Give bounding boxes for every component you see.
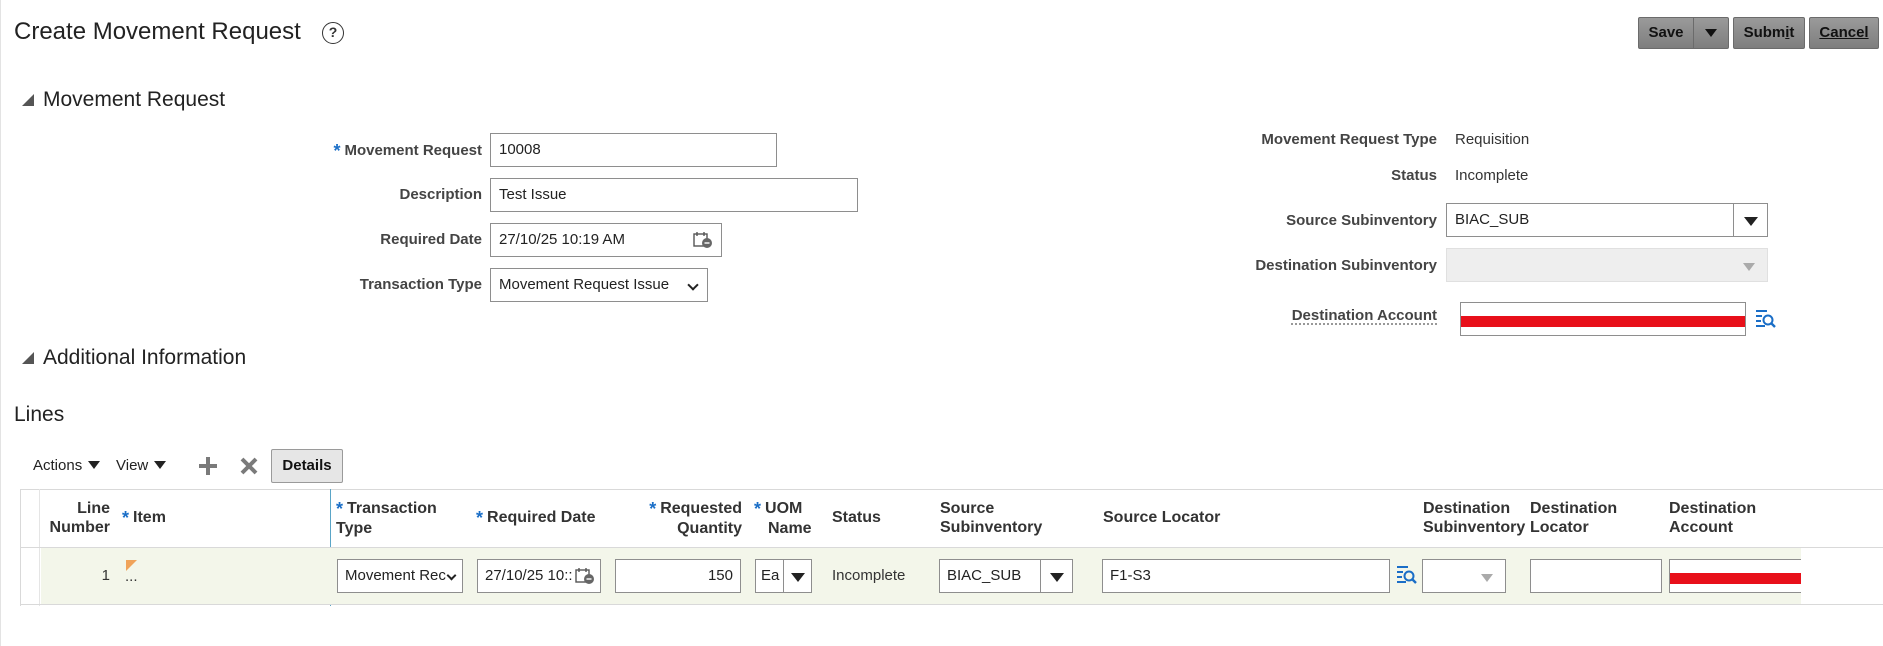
cell-line-number: 1 <box>101 567 110 584</box>
header-required-date[interactable]: * Required Date <box>476 508 595 528</box>
source-subinventory-dropdown[interactable] <box>1040 560 1072 592</box>
cell-transaction-type-select[interactable]: Movement Rec <box>337 559 463 593</box>
cell-destination-locator-input <box>1530 559 1662 593</box>
cell-uom-combobox[interactable]: Ea <box>755 559 812 593</box>
header-source-subinventory[interactable]: Source Subinventory <box>940 499 1042 537</box>
required-indicator: * <box>336 499 344 519</box>
required-indicator: * <box>122 508 130 528</box>
header-destination-locator[interactable]: Destination Locator <box>1530 499 1617 537</box>
required-date-value: 27/10/25 10:: <box>485 567 573 584</box>
header-destination-subinventory[interactable]: Destination Subinventory <box>1423 499 1525 537</box>
redaction-mark <box>1670 573 1801 584</box>
delete-icon[interactable] <box>239 456 259 476</box>
source-subinventory-dropdown[interactable] <box>1733 204 1767 236</box>
header-transaction-type[interactable]: * Transaction Type <box>336 499 437 538</box>
search-lookup-icon[interactable] <box>1395 564 1417 586</box>
transaction-type-select[interactable]: Movement Request Issue <box>490 268 708 302</box>
required-indicator: * <box>754 499 762 519</box>
details-button[interactable]: Details <box>271 449 343 483</box>
chevron-down-icon <box>687 279 699 291</box>
cell-source-subinventory-combobox[interactable]: BIAC_SUB <box>939 559 1073 593</box>
required-indicator: * <box>476 508 484 528</box>
submit-button[interactable]: Submit <box>1733 17 1805 49</box>
header-status[interactable]: Status <box>832 508 881 527</box>
row-bottom-border <box>20 604 1883 605</box>
help-icon[interactable]: ? <box>322 22 344 44</box>
save-menu-button[interactable] <box>1693 17 1729 49</box>
uom-dropdown[interactable] <box>783 560 811 592</box>
dropdown-arrow-icon <box>1050 573 1064 582</box>
dropdown-arrow-icon <box>1743 263 1755 271</box>
transaction-type-value: Movement Request Issue <box>499 276 670 293</box>
source-subinventory-combobox[interactable]: BIAC_SUB <box>1446 203 1768 237</box>
header-destination-account[interactable]: Destination Account <box>1669 499 1756 537</box>
header-source-locator[interactable]: Source Locator <box>1103 508 1220 527</box>
cell-status: Incomplete <box>832 567 906 584</box>
view-menu[interactable]: View <box>116 457 167 474</box>
search-lookup-icon[interactable] <box>1754 308 1776 330</box>
dropdown-arrow-icon <box>1481 574 1493 582</box>
required-date-input[interactable]: 27/10/25 10:19 AM <box>490 223 722 257</box>
save-button[interactable]: Save <box>1638 17 1694 49</box>
source-subinventory-value: BIAC_SUB <box>947 567 1022 584</box>
status-value: Incomplete <box>1455 167 1529 184</box>
movement-request-label: * Movement Request <box>333 141 482 161</box>
cell-required-date-input[interactable]: 27/10/25 10:: <box>477 559 601 593</box>
destination-account-input[interactable] <box>1460 302 1746 336</box>
destination-subinventory-label: Destination Subinventory <box>1255 257 1437 274</box>
section-title-additional-information: Additional Information <box>43 346 247 369</box>
source-subinventory-label: Source Subinventory <box>1286 212 1437 229</box>
transaction-type-value: Movement Rec <box>345 567 446 584</box>
header-item[interactable]: * Item <box>122 508 166 528</box>
submit-label: Submit <box>1743 24 1795 41</box>
add-icon[interactable] <box>198 456 218 476</box>
description-label: Description <box>399 186 482 203</box>
movement-request-type-value: Requisition <box>1455 131 1530 148</box>
dropdown-arrow-icon <box>1744 217 1758 226</box>
calendar-icon[interactable] <box>693 231 713 249</box>
dropdown-arrow-icon <box>88 461 101 469</box>
table-top-border <box>20 489 1883 490</box>
transaction-type-label: Transaction Type <box>359 276 482 293</box>
cell-source-locator-input[interactable]: F1-S3 <box>1102 559 1390 593</box>
dropdown-arrow-icon <box>791 573 805 582</box>
movement-request-input[interactable]: 10008 <box>490 133 777 167</box>
dropdown-arrow-icon <box>154 461 167 469</box>
header-requested-quantity[interactable]: * Requested Quantity <box>632 499 742 538</box>
redaction-mark <box>1461 316 1745 327</box>
dropdown-arrow-icon <box>1705 29 1717 38</box>
cell-item[interactable]: ... <box>125 568 138 585</box>
section-title-lines: Lines <box>14 403 65 426</box>
required-date-label: Required Date <box>380 231 482 248</box>
page-title: Create Movement Request <box>14 18 301 45</box>
required-indicator: * <box>333 141 341 161</box>
movement-request-type-label: Movement Request Type <box>1261 131 1437 148</box>
destination-account-label[interactable]: Destination Account <box>1200 307 1437 324</box>
cell-destination-account-input[interactable] <box>1669 559 1801 593</box>
page-left-edge <box>0 0 1 646</box>
cell-requested-quantity-input[interactable]: 150 <box>615 559 741 593</box>
required-date-value: 27/10/25 10:19 AM <box>499 231 625 248</box>
cancel-button[interactable]: Cancel <box>1809 17 1879 49</box>
actions-menu[interactable]: Actions <box>33 457 101 474</box>
header-line-number[interactable]: Line Number <box>44 499 110 537</box>
collapse-section-icon[interactable] <box>22 94 34 106</box>
description-input[interactable]: Test Issue <box>490 178 858 212</box>
header-uom-name[interactable]: * UOM Name <box>754 499 812 538</box>
required-indicator: * <box>649 499 657 519</box>
status-label: Status <box>1391 167 1437 184</box>
destination-subinventory-combobox <box>1446 248 1768 282</box>
source-subinventory-value: BIAC_SUB <box>1455 211 1530 228</box>
collapse-section-icon[interactable] <box>22 352 34 364</box>
cell-destination-subinventory-combobox <box>1422 559 1506 593</box>
section-title-movement-request: Movement Request <box>43 88 226 111</box>
uom-value: Ea <box>761 567 780 584</box>
calendar-icon[interactable] <box>575 567 595 585</box>
chevron-down-icon <box>446 570 457 581</box>
